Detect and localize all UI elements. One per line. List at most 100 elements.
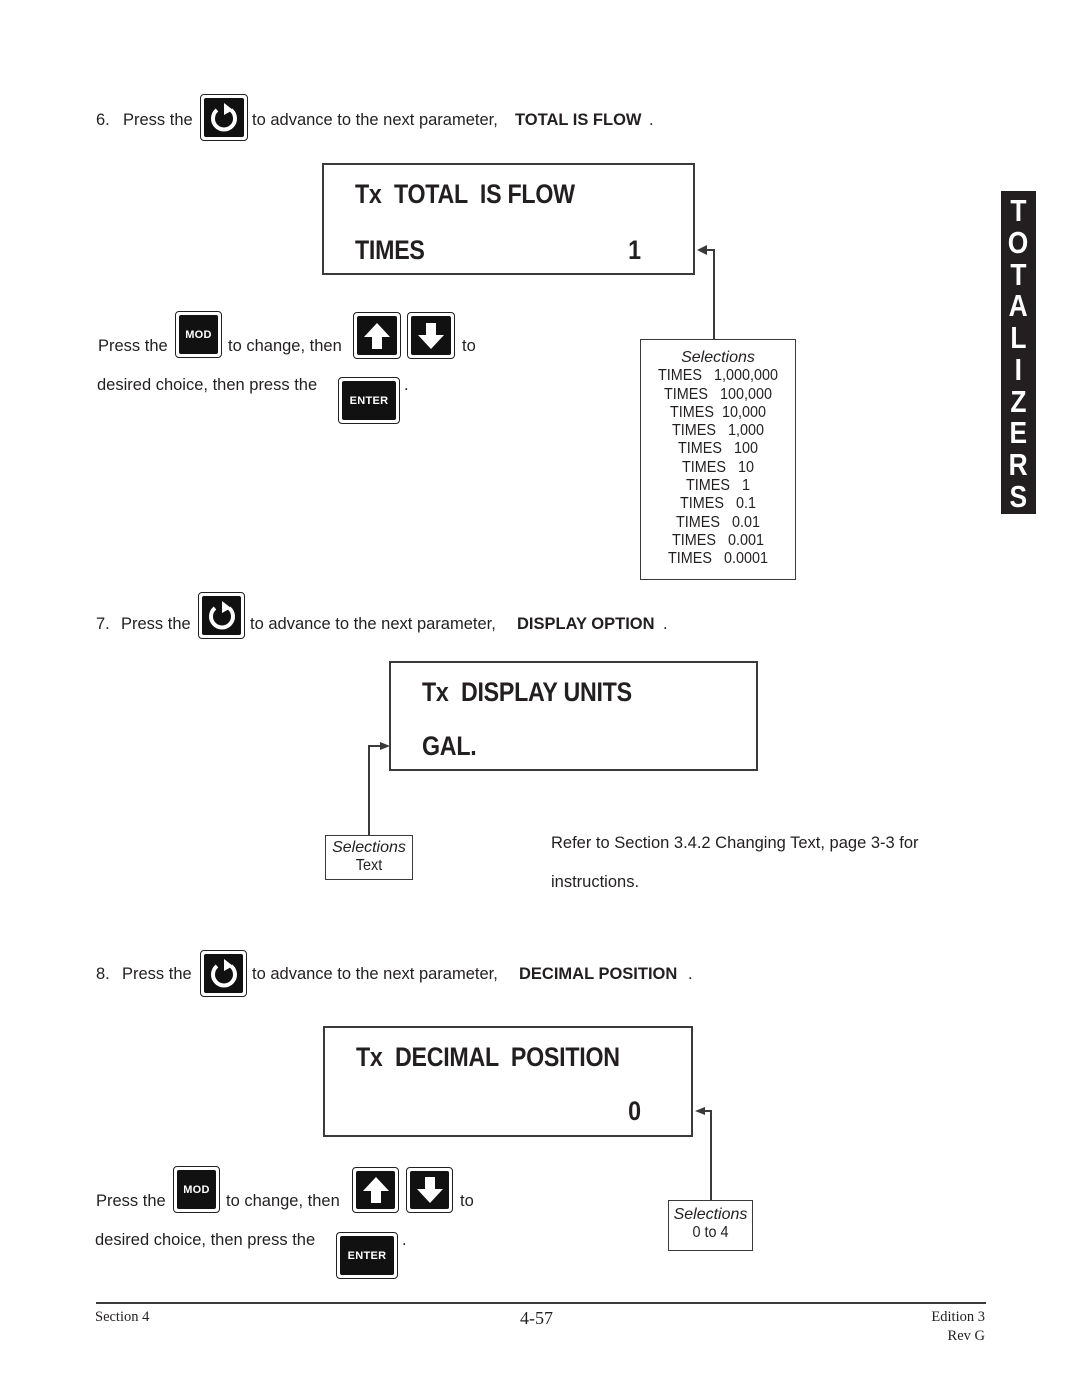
mod-key-label: MOD [179, 315, 218, 354]
selection-option: TIMES 100,000 [663, 385, 773, 403]
selection-option: TIMES 1 [685, 477, 751, 495]
press-the-text: Press the [96, 1192, 166, 1210]
reference-note: Refer to Section 3.4.2 Changing Text, pa… [551, 834, 919, 852]
up-arrow-key[interactable] [353, 312, 401, 359]
mod-key[interactable]: MOD [173, 1166, 220, 1213]
to-text: to [460, 1192, 474, 1210]
parameter-name: DISPLAY OPTION [517, 615, 655, 633]
down-arrow-key[interactable] [407, 312, 455, 359]
selection-option: TIMES 100 [677, 440, 759, 458]
up-arrow-icon [362, 1177, 389, 1203]
advance-text: to advance to the next parameter, [250, 615, 496, 633]
period: . [688, 965, 693, 983]
selection-option: TIMES 0.1 [679, 495, 757, 513]
footer-divider [96, 1302, 986, 1304]
lcd-display-decimal-position: Tx DECIMAL POSITION 0 [323, 1026, 693, 1137]
selection-option: 0 to 4 [692, 1224, 729, 1242]
enter-key[interactable]: ENTER [338, 377, 400, 424]
selection-option: Text [355, 857, 383, 875]
selection-option: TIMES 0.001 [671, 531, 765, 549]
up-arrow-icon [364, 322, 390, 349]
connector-line [368, 745, 370, 836]
display-value: 1 [628, 235, 641, 265]
circular-arrow-icon [211, 102, 237, 131]
enter-key[interactable]: ENTER [336, 1232, 398, 1279]
tab-letter: T [1010, 256, 1027, 292]
tab-letter: A [1008, 288, 1029, 324]
period: . [649, 111, 654, 129]
desired-choice-text: desired choice, then press the [97, 376, 318, 394]
tab-letter: R [1008, 447, 1029, 483]
advance-text: to advance to the next parameter, [252, 111, 498, 129]
display-line-1: Tx TOTAL IS FLOW [355, 179, 575, 209]
step-number: 6. [96, 111, 110, 129]
step-number: 8. [96, 965, 110, 983]
advance-key[interactable] [198, 592, 245, 639]
arrowhead-icon [380, 742, 390, 750]
circular-arrow-icon [208, 600, 235, 629]
step-number: 7. [96, 615, 110, 633]
advance-key[interactable] [200, 950, 247, 997]
footer-section: Section 4 [95, 1309, 150, 1325]
selections-box: Selections 0 to 4 [668, 1200, 753, 1251]
arrowhead-icon [697, 245, 707, 255]
up-arrow-key[interactable] [352, 1167, 399, 1213]
enter-key-label: ENTER [340, 1236, 394, 1275]
to-change-text: to change, then [228, 337, 342, 355]
selections-header: Selections [673, 1206, 748, 1223]
tab-letter: E [1009, 415, 1028, 451]
connector-line [710, 1110, 712, 1202]
section-tab-totalizers: T O T A L I Z E R S [1001, 191, 1036, 514]
selections-box: Selections TIMES 1,000,000 TIMES 100,000… [640, 339, 796, 580]
selections-box: Selections Text [325, 835, 413, 880]
period: . [404, 376, 409, 394]
tab-letter: L [1010, 320, 1027, 356]
mod-key-label: MOD [177, 1170, 216, 1209]
lcd-display-total-is-flow: Tx TOTAL IS FLOW TIMES 1 [322, 163, 695, 275]
lcd-display-display-units: Tx DISPLAY UNITS GAL. [389, 661, 758, 771]
tab-letter: I [1014, 351, 1023, 387]
enter-key-label: ENTER [342, 381, 396, 420]
down-arrow-icon [418, 322, 444, 349]
selections-header: Selections [681, 349, 755, 366]
parameter-name: DECIMAL POSITION [519, 965, 678, 983]
circular-arrow-icon [210, 958, 237, 987]
tab-letter: S [1009, 478, 1028, 514]
display-line-2: TIMES [355, 235, 425, 265]
selection-option: TIMES 0.0001 [667, 550, 769, 568]
press-the-text: Press the [98, 337, 168, 355]
tab-letter: O [1008, 224, 1029, 260]
footer-page-number: 4-57 [520, 1308, 553, 1328]
advance-key[interactable] [200, 94, 248, 141]
selections-header: Selections [332, 839, 406, 856]
selection-option: TIMES 0.01 [675, 513, 761, 531]
advance-text: to advance to the next parameter, [252, 965, 498, 983]
to-text: to [462, 337, 476, 355]
display-line-1: Tx DECIMAL POSITION [356, 1042, 620, 1072]
selection-option: TIMES 1,000,000 [657, 367, 779, 385]
mod-key[interactable]: MOD [175, 311, 222, 358]
selection-option: TIMES 10,000 [669, 403, 767, 421]
desired-choice-text: desired choice, then press the [95, 1231, 316, 1249]
down-arrow-icon [416, 1177, 443, 1203]
press-the-text: Press the [123, 111, 193, 129]
display-line-2: GAL. [422, 731, 477, 761]
reference-note-continued: instructions. [551, 873, 640, 891]
period: . [663, 615, 668, 633]
selection-option: TIMES 1,000 [671, 422, 765, 440]
to-change-text: to change, then [226, 1192, 340, 1210]
tab-letter: T [1010, 193, 1027, 228]
parameter-name: TOTAL IS FLOW [515, 111, 642, 129]
display-line-1: Tx DISPLAY UNITS [422, 677, 632, 707]
tab-letter: Z [1010, 383, 1027, 419]
down-arrow-key[interactable] [406, 1167, 453, 1213]
footer-edition: Edition 3 [931, 1309, 985, 1325]
arrowhead-icon [695, 1107, 705, 1115]
press-the-text: Press the [122, 965, 192, 983]
connector-line [713, 249, 715, 340]
display-value: 0 [628, 1096, 641, 1126]
footer-revision: Rev G [947, 1328, 985, 1344]
press-the-text: Press the [121, 615, 191, 633]
selection-option: TIMES 10 [681, 458, 755, 476]
period: . [402, 1231, 407, 1249]
